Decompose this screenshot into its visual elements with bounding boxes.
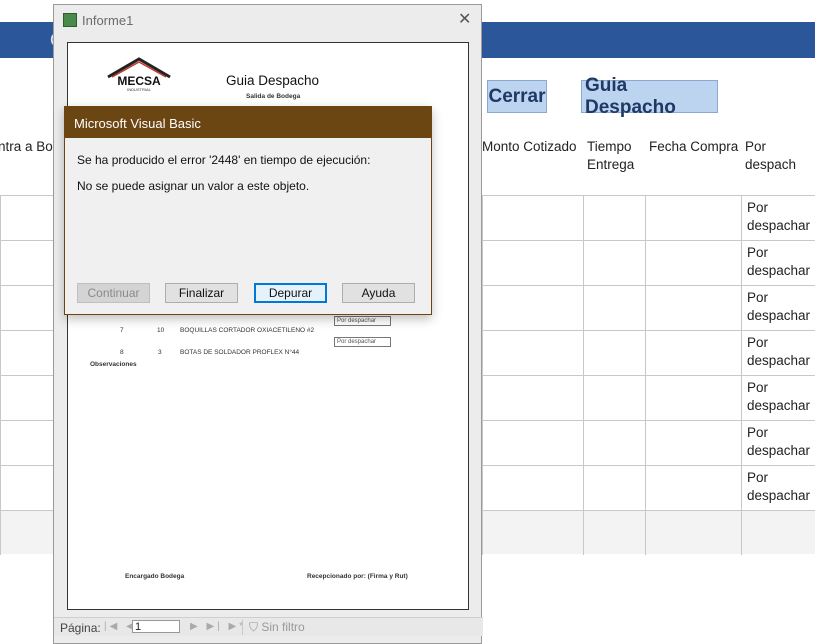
dialog-title: Microsoft Visual Basic xyxy=(74,116,201,131)
table-cell[interactable] xyxy=(645,511,741,555)
item-number: 7 xyxy=(120,327,124,334)
item-description: BOQUILLAS CORTADOR OXIACETILENO #2 xyxy=(180,327,315,334)
table-cell[interactable] xyxy=(482,286,583,330)
table-cell[interactable] xyxy=(645,196,741,240)
record-navigation-bar: Página: |◀ ◀ 1 ▶ ▶| ▶* ⛉ Sin filtro xyxy=(54,617,483,636)
table-cell[interactable] xyxy=(482,331,583,375)
status-text: Por despachar xyxy=(747,200,811,233)
status-text: Por despachar xyxy=(747,335,811,368)
table-cell[interactable]: Por despachar xyxy=(741,376,815,420)
table-cell[interactable] xyxy=(482,376,583,420)
guia-despacho-button[interactable]: Guia Despacho xyxy=(581,75,718,118)
error-message: Se ha producido el error '2448' en tiemp… xyxy=(77,153,371,167)
item-description: BOTAS DE SOLDADOR PROFLEX N°44 xyxy=(180,349,300,356)
report-icon xyxy=(63,13,77,27)
table-cell[interactable] xyxy=(645,241,741,285)
table-cell[interactable]: Por despachar xyxy=(741,196,815,240)
item-quantity: 3 xyxy=(158,349,162,356)
status-text: Por despachar xyxy=(747,290,811,323)
table-cell[interactable] xyxy=(583,241,645,285)
table-cell[interactable] xyxy=(482,466,583,510)
status-text: Por despachar xyxy=(747,245,811,278)
dialog-titlebar: Microsoft Visual Basic xyxy=(65,107,431,138)
table-cell[interactable]: Por despachar xyxy=(741,331,815,375)
table-cell[interactable] xyxy=(482,511,583,555)
item-quantity: 10 xyxy=(157,327,165,334)
table-cell[interactable] xyxy=(645,376,741,420)
observations-label: Observaciones xyxy=(90,361,137,368)
continue-button[interactable]: Continuar xyxy=(77,283,150,303)
close-icon[interactable]: ✕ xyxy=(458,9,471,29)
page-label: Página: xyxy=(60,621,101,635)
column-header-por-despachar: Por despach xyxy=(745,139,797,172)
next-last-arrows[interactable]: ▶ ▶| ▶* xyxy=(190,621,246,632)
table-cell[interactable] xyxy=(583,376,645,420)
filter-label: Sin filtro xyxy=(261,620,305,634)
item-status-box: Por despachar xyxy=(334,337,391,347)
table-cell[interactable] xyxy=(482,196,583,240)
page-number-input[interactable]: 1 xyxy=(132,620,180,633)
end-button[interactable]: Finalizar xyxy=(165,283,238,303)
logo-subtext: INDUSTRIAL xyxy=(127,87,152,92)
status-text: Por despachar xyxy=(747,425,811,458)
filter-icon: ⛉ xyxy=(249,620,259,634)
table-cell[interactable]: Por despachar xyxy=(741,286,815,330)
report-title: Guia Despacho xyxy=(226,73,320,88)
table-cell[interactable] xyxy=(482,421,583,465)
column-header-fecha-compra: Fecha Compra xyxy=(649,139,739,154)
report-window[interactable]: Informe1 ✕ MECSA INDUSTRIAL Guia Despach… xyxy=(53,4,483,644)
table-cell[interactable] xyxy=(645,421,741,465)
column-header-tiempo-entrega: Tiempo Entrega xyxy=(587,139,635,172)
column-header-monto-cotizado: Monto Cotizado xyxy=(482,139,577,154)
table-cell[interactable]: Por despachar xyxy=(741,241,815,285)
debug-button[interactable]: Depurar xyxy=(254,283,327,303)
report-subtitle: Salida de Bodega xyxy=(246,93,301,100)
item-number: 8 xyxy=(120,349,124,356)
table-cell[interactable]: Por despachar xyxy=(741,421,815,465)
error-description: No se puede asignar un valor a este obje… xyxy=(77,179,310,193)
table-cell[interactable] xyxy=(741,511,815,555)
table-cell[interactable] xyxy=(583,466,645,510)
close-button[interactable]: Cerrar xyxy=(487,80,547,113)
report-window-title: Informe1 xyxy=(82,13,134,28)
table-cell[interactable] xyxy=(583,286,645,330)
item-status-box: Por despachar xyxy=(334,316,391,326)
help-button[interactable]: Ayuda xyxy=(342,283,415,303)
table-cell[interactable]: Por despachar xyxy=(741,466,815,510)
signature-receiver: Recepcionado por: (Firma y Rut) xyxy=(307,573,408,580)
table-cell[interactable] xyxy=(482,241,583,285)
table-cell[interactable] xyxy=(583,421,645,465)
status-text: Por despachar xyxy=(747,380,811,413)
filter-indicator[interactable]: ⛉ Sin filtro xyxy=(242,620,305,635)
logo-text: MECSA xyxy=(117,74,161,88)
error-dialog: Microsoft Visual Basic Se ha producido e… xyxy=(64,106,432,315)
status-text: Por despachar xyxy=(747,470,811,503)
table-cell[interactable] xyxy=(583,196,645,240)
table-cell[interactable] xyxy=(645,466,741,510)
table-cell[interactable] xyxy=(583,331,645,375)
signature-warehouse: Encargado Bodega xyxy=(125,573,185,580)
mecsa-logo: MECSA INDUSTRIAL xyxy=(107,57,171,92)
table-cell[interactable] xyxy=(645,331,741,375)
column-header-entra-bodega: ntra a Bo xyxy=(0,139,53,154)
table-cell[interactable] xyxy=(645,286,741,330)
table-cell[interactable] xyxy=(583,511,645,555)
